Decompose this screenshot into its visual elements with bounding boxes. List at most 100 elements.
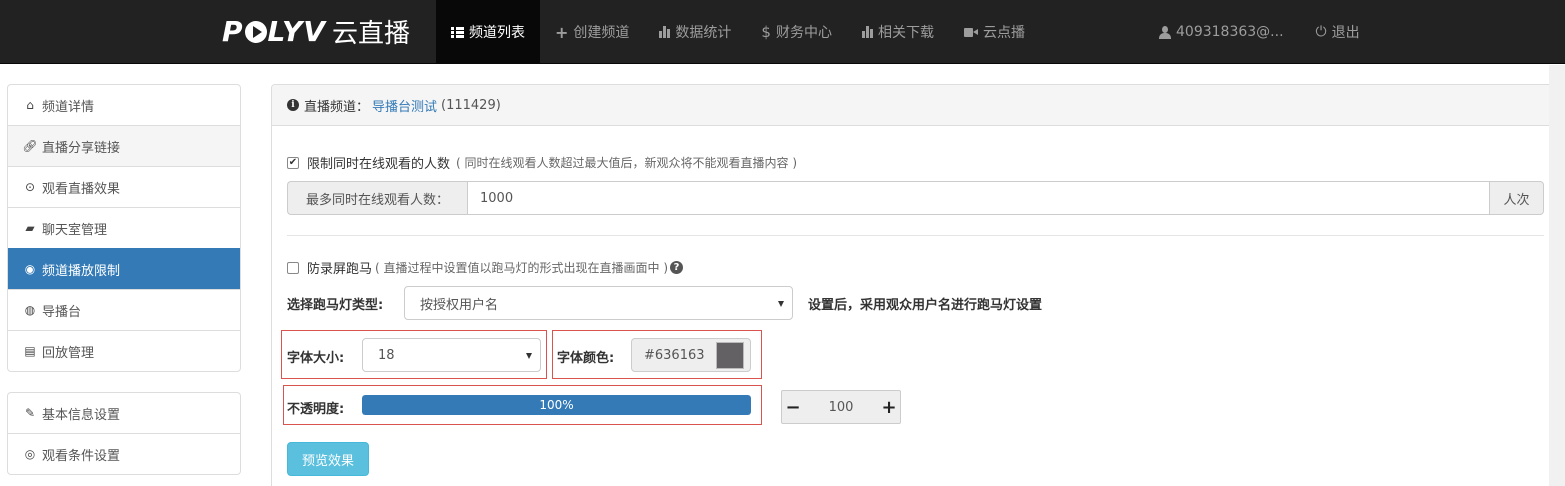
main-nav: 频道列表 + 创建频道 数据统计 $ 财务中心 相关下载 云点播 [436, 0, 1040, 64]
chevron-down-icon [526, 353, 532, 359]
home-icon: ⌂ [26, 98, 34, 112]
divider [287, 235, 1544, 236]
eye-slash-icon: ◉ [24, 262, 36, 276]
logout-link[interactable]: ⏻ 退出 [1299, 0, 1375, 64]
play-circle-icon: ⊙ [24, 180, 36, 194]
logo-suffix: LYV [267, 14, 326, 48]
max-viewers-unit: 人次 [1490, 181, 1544, 215]
opacity-label: 不透明度: [287, 402, 345, 417]
sidebar-item-playback-manage[interactable]: ▤ 回放管理 [8, 330, 240, 371]
font-color-label: 字体颜色: [557, 351, 615, 366]
nav-create-channel[interactable]: + 创建频道 [540, 0, 644, 64]
opacity-value[interactable]: 100 [804, 400, 878, 415]
marquee-checkbox[interactable] [287, 261, 299, 274]
channel-id: (111429) [441, 97, 501, 113]
link-icon: 🔗︎ [22, 139, 38, 153]
help-icon[interactable]: ? [670, 261, 684, 274]
limit-label: 限制同时在线观看的人数 [307, 157, 451, 172]
plus-button[interactable]: + [878, 391, 900, 423]
sidebar-item-label: 聊天室管理 [42, 222, 108, 238]
nav-statistics[interactable]: 数据统计 [644, 0, 746, 64]
marquee-label: 防录屏跑马 [307, 262, 373, 277]
font-size-value: 18 [378, 347, 395, 363]
limit-checkbox[interactable]: ✔ [287, 156, 299, 169]
sidebar-item-watch-conditions[interactable]: ◎ 观看条件设置 [8, 433, 240, 474]
list-icon [451, 26, 464, 38]
info-icon: i [287, 99, 299, 111]
sidebar-item-chatroom[interactable]: ▰ 聊天室管理 [8, 207, 240, 248]
play-icon [244, 21, 267, 43]
logout-label: 退出 [1331, 25, 1360, 41]
logo-cn-text: 云直播 [331, 18, 410, 49]
limit-hint: ( 同时在线观看人数超过最大值后，新观众将不能观看直播内容 ) [456, 156, 798, 170]
sidebar-item-label: 直播分享链接 [42, 140, 121, 156]
opacity-progress-track[interactable]: 100% [362, 395, 751, 415]
panel-heading: i 直播频道： 导播台测试 (111429) [272, 85, 1558, 126]
video-camera-icon [963, 27, 978, 37]
marquee-hint: ( 直播过程中设置值以跑马灯的形式出现在直播画面中 ) [375, 261, 669, 275]
nav-finance[interactable]: $ 财务中心 [746, 0, 847, 64]
nav-channel-list[interactable]: 频道列表 [436, 0, 540, 64]
sidebar-item-label: 回放管理 [42, 345, 95, 361]
top-navbar: P LYV 云直播 频道列表 + 创建频道 数据统计 $ 财务中心 相关下载 云… [0, 0, 1565, 64]
sidebar-group-channel: ⌂ 频道详情 🔗︎ 直播分享链接 ⊙ 观看直播效果 ▰ 聊天室管理 ◉ 频道播放… [7, 84, 241, 372]
sidebar-item-channel-detail[interactable]: ⌂ 频道详情 [8, 85, 240, 125]
nav-label: 云点播 [982, 25, 1025, 41]
max-viewers-group: 最多同时在线观看人数： 1000 人次 [287, 181, 1544, 215]
opacity-stepper: − 100 + [781, 390, 901, 424]
font-color-picker[interactable]: #636163 [631, 338, 751, 372]
power-icon: ⏻ [1315, 24, 1327, 40]
nav-vod[interactable]: 云点播 [949, 0, 1040, 64]
minus-button[interactable]: − [782, 391, 804, 423]
sidebar-item-label: 基本信息设置 [42, 407, 121, 423]
dollar-icon: $ [761, 23, 771, 41]
nav-label: 财务中心 [775, 25, 832, 41]
user-menu[interactable]: 409318363@... [1144, 0, 1299, 64]
sidebar-item-label: 频道详情 [42, 99, 95, 115]
sidebar-item-label: 观看条件设置 [42, 448, 121, 464]
marquee-type-value: 按授权用户名 [420, 297, 499, 313]
bar-chart-icon [659, 26, 671, 38]
user-icon [1159, 25, 1171, 39]
settings-panel: i 直播频道： 导播台测试 (111429) [271, 84, 1559, 486]
opacity-progress-fill: 100% [362, 395, 751, 415]
bar-chart-icon [861, 26, 873, 38]
user-nav: 409318363@... ⏻ 退出 [1144, 0, 1375, 64]
sidebar-item-basic-info[interactable]: ✎ 基本信息设置 [8, 393, 240, 433]
sidebar-item-label: 观看直播效果 [42, 181, 121, 197]
marquee-row: 防录屏跑马 ( 直播过程中设置值以跑马灯的形式出现在直播画面中 ) ? [287, 258, 684, 277]
nav-downloads[interactable]: 相关下载 [847, 0, 949, 64]
limit-row: ✔ 限制同时在线观看的人数 ( 同时在线观看人数超过最大值后，新观众将不能观看直… [287, 153, 797, 172]
logo-prefix: P [222, 14, 244, 48]
max-viewers-input[interactable]: 1000 [467, 181, 1490, 215]
marquee-type-note: 设置后，采用观众用户名进行跑马灯设置 [808, 298, 1043, 313]
heading-prefix: 直播频道： [304, 99, 370, 115]
sidebar-item-label: 导播台 [42, 304, 82, 320]
color-swatch[interactable] [716, 342, 744, 369]
sidebar-item-playback-limit[interactable]: ◉ 频道播放限制 [8, 248, 240, 289]
nav-label: 数据统计 [675, 25, 732, 41]
font-size-select[interactable]: 18 [362, 338, 541, 372]
nav-label: 频道列表 [469, 25, 525, 41]
marquee-type-select[interactable]: 按授权用户名 [404, 286, 793, 320]
user-name: 409318363@... [1176, 24, 1284, 40]
polyv-logo[interactable]: P LYV 云直播 [222, 11, 410, 51]
font-size-label: 字体大小: [287, 351, 345, 366]
channel-name-link[interactable]: 导播台测试 [372, 96, 437, 115]
nav-label: 创建频道 [573, 25, 630, 41]
max-viewers-label: 最多同时在线观看人数： [287, 181, 467, 215]
nav-label: 相关下载 [877, 25, 934, 41]
opacity-percent: 100% [539, 398, 574, 412]
font-color-value: #636163 [644, 347, 705, 363]
preview-button[interactable]: 预览效果 [287, 442, 369, 476]
sidebar-item-watch-live[interactable]: ⊙ 观看直播效果 [8, 166, 240, 207]
chevron-down-icon [778, 301, 784, 307]
scrollbar[interactable] [1549, 65, 1565, 486]
pencil-icon: ✎ [24, 406, 36, 420]
marquee-type-label: 选择跑马灯类型: [287, 298, 384, 313]
plus-icon: + [555, 22, 569, 42]
sidebar-item-director[interactable]: ◍ 导播台 [8, 289, 240, 330]
eye-icon: ◎ [24, 447, 36, 461]
sidebar-item-share-link[interactable]: 🔗︎ 直播分享链接 [8, 125, 240, 166]
globe-icon: ◍ [24, 303, 36, 317]
